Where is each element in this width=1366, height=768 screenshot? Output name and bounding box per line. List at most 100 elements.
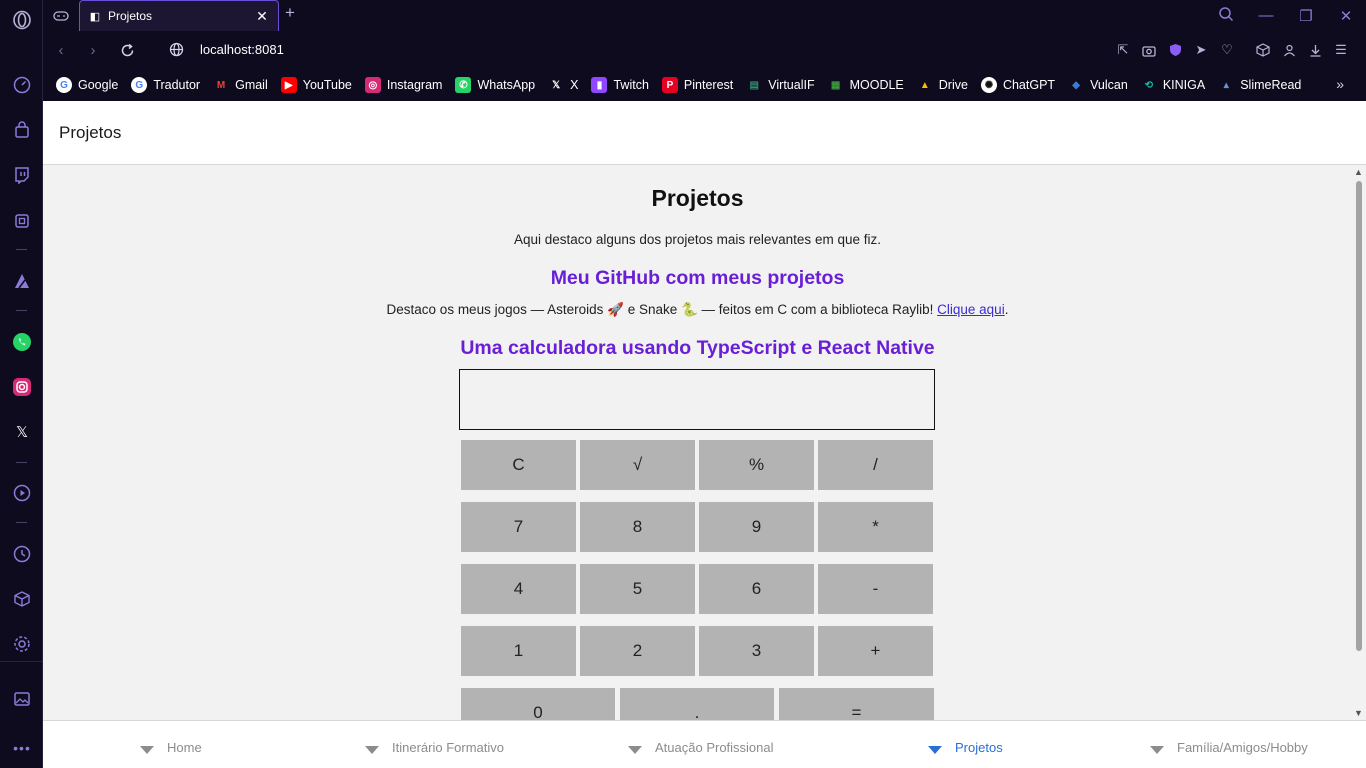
more-icon[interactable]: ••• <box>11 737 33 759</box>
bookmark-label: Gmail <box>235 78 268 92</box>
scroll-down-icon[interactable]: ▼ <box>1354 708 1363 718</box>
settings-icon[interactable] <box>11 633 33 655</box>
bookmark-google[interactable]: G Google <box>56 77 118 93</box>
calc-key-7[interactable]: * <box>818 502 933 552</box>
page-scrollbar[interactable]: ▲ ▼ <box>1352 165 1366 720</box>
calc-key-3[interactable]: / <box>818 440 933 490</box>
send-icon[interactable]: ➤ <box>1188 40 1214 60</box>
bookmark-twitch[interactable]: ▮ Twitch <box>591 77 649 93</box>
x-icon[interactable]: 𝕏 <box>11 421 33 443</box>
calc-key-10[interactable]: 6 <box>699 564 814 614</box>
vpn-shield-icon[interactable] <box>1162 40 1188 60</box>
calc-key-15[interactable]: + <box>818 626 933 676</box>
bottom-tab-2[interactable]: Atuação Profissional <box>628 740 774 755</box>
pinterest-icon: P <box>661 77 678 93</box>
reload-icon[interactable] <box>117 40 137 60</box>
calculator-display <box>459 369 935 430</box>
calc-key-0[interactable]: C <box>461 440 576 490</box>
close-tab-icon[interactable]: ✕ <box>254 8 270 25</box>
bottom-tab-1[interactable]: Itinerário Formativo <box>365 740 504 755</box>
cube-icon[interactable] <box>11 588 33 610</box>
restore-icon[interactable]: ❐ <box>1286 7 1326 25</box>
url-field[interactable]: localhost:8081 <box>200 42 284 57</box>
download-icon[interactable] <box>1302 40 1328 60</box>
bookmark-drive[interactable]: ▲ Drive <box>917 77 968 93</box>
extensions-cube-icon[interactable] <box>1250 40 1276 60</box>
bookmark-label: YouTube <box>302 78 352 92</box>
twitch-icon[interactable] <box>11 164 33 186</box>
close-window-icon[interactable]: ✕ <box>1326 7 1366 25</box>
bottom-tab-4[interactable]: Família/Amigos/Hobby <box>1150 740 1308 755</box>
minimize-icon[interactable]: — <box>1246 7 1286 24</box>
calc-key-14[interactable]: 3 <box>699 626 814 676</box>
calc-key-4[interactable]: 7 <box>461 502 576 552</box>
bottom-tab-label: Família/Amigos/Hobby <box>1177 740 1308 755</box>
gamepad-icon[interactable] <box>51 6 71 26</box>
calc-key-13[interactable]: 2 <box>580 626 695 676</box>
forward-icon[interactable]: › <box>83 40 103 60</box>
calc-key-1[interactable]: √ <box>580 440 695 490</box>
address-bar: ‹ › localhost:8081 ⇱ ➤ ♡ ☰ <box>43 31 1366 69</box>
bookmark-gmail[interactable]: M Gmail <box>213 77 268 93</box>
instagram-icon[interactable] <box>11 376 33 398</box>
bookmark-slimeread[interactable]: ▴ SlimeRead <box>1218 77 1302 93</box>
snapshot-icon[interactable] <box>1136 40 1162 60</box>
games-description: Destaco os meus jogos — Asteroids 🚀 e Sn… <box>43 302 1352 318</box>
aria-icon[interactable] <box>11 270 33 292</box>
bookmark-kiniga[interactable]: ⟲ KINIGA <box>1141 77 1206 93</box>
bookmark-moodle[interactable]: ▦ MOODLE <box>828 77 904 93</box>
scroll-up-icon[interactable]: ▲ <box>1354 167 1363 177</box>
calc-key-12[interactable]: 1 <box>461 626 576 676</box>
tab-projetos[interactable]: ◧ Projetos ✕ <box>79 0 279 31</box>
heart-icon[interactable]: ♡ <box>1214 40 1240 60</box>
tradutor-icon: G <box>131 77 148 93</box>
search-tabs-icon[interactable] <box>1206 6 1246 26</box>
speed-dial-icon[interactable] <box>11 74 33 96</box>
bookmark-pinterest[interactable]: P Pinterest <box>661 77 733 93</box>
bookmark-x[interactable]: 𝕏X <box>548 77 578 93</box>
back-icon[interactable]: ‹ <box>51 40 71 60</box>
tab-title: Projetos <box>108 9 153 23</box>
share-icon[interactable]: ⇱ <box>1110 40 1136 60</box>
bottom-tab-bar: Home Itinerário Formativo Atuação Profissi… <box>43 720 1366 768</box>
calc-key-5[interactable]: 8 <box>580 502 695 552</box>
gallery-icon[interactable] <box>11 688 33 710</box>
bookmark-vulcan[interactable]: ◆ Vulcan <box>1068 77 1128 93</box>
calc-key-8[interactable]: 4 <box>461 564 576 614</box>
calc-key-16[interactable]: 0 <box>461 688 615 720</box>
bookmark-tradutor[interactable]: G Tradutor <box>131 77 200 93</box>
chatgpt-icon: ✺ <box>980 77 997 93</box>
profile-icon[interactable] <box>1276 40 1302 60</box>
bookmark-chatgpt[interactable]: ✺ ChatGPT <box>980 77 1055 93</box>
calc-key-9[interactable]: 5 <box>580 564 695 614</box>
calc-key-11[interactable]: - <box>818 564 933 614</box>
bookmark-label: SlimeRead <box>1240 78 1302 92</box>
bookmark-label: X <box>570 78 579 92</box>
bottom-tab-3[interactable]: Projetos <box>928 740 1003 755</box>
bookmark-virtualif[interactable]: ▤ VirtualIF <box>746 77 815 93</box>
bookmark-whatsapp[interactable]: ✆ WhatsApp <box>455 77 535 93</box>
twitch-icon: ▮ <box>591 77 608 93</box>
whatsapp-icon[interactable] <box>11 331 33 353</box>
click-here-link[interactable]: Clique aqui <box>937 302 1005 317</box>
whatsapp-icon: ✆ <box>455 77 472 93</box>
player-icon[interactable] <box>11 482 33 504</box>
calc-key-2[interactable]: % <box>699 440 814 490</box>
calc-key-18[interactable]: = <box>779 688 934 720</box>
site-info-icon[interactable] <box>167 40 185 58</box>
more-bookmarks-icon[interactable]: » <box>1336 76 1344 92</box>
opera-logo-icon[interactable] <box>11 9 33 31</box>
new-tab-icon[interactable]: + <box>285 3 295 23</box>
ai-chip-icon[interactable] <box>11 210 33 232</box>
bookmark-instagram[interactable]: ◎ Instagram <box>364 77 442 93</box>
drive-icon: ▲ <box>919 79 930 91</box>
bottom-tab-0[interactable]: Home <box>140 740 202 755</box>
calc-key-6[interactable]: 9 <box>699 502 814 552</box>
scrollbar-thumb[interactable] <box>1356 181 1362 651</box>
shopping-bag-icon[interactable] <box>11 119 33 141</box>
bookmark-youtube[interactable]: ▶ YouTube <box>280 77 352 93</box>
easy-setup-icon[interactable]: ☰ <box>1328 40 1354 60</box>
calc-key-17[interactable]: . <box>620 688 774 720</box>
tab-caret-icon <box>928 745 942 754</box>
history-icon[interactable] <box>11 543 33 565</box>
